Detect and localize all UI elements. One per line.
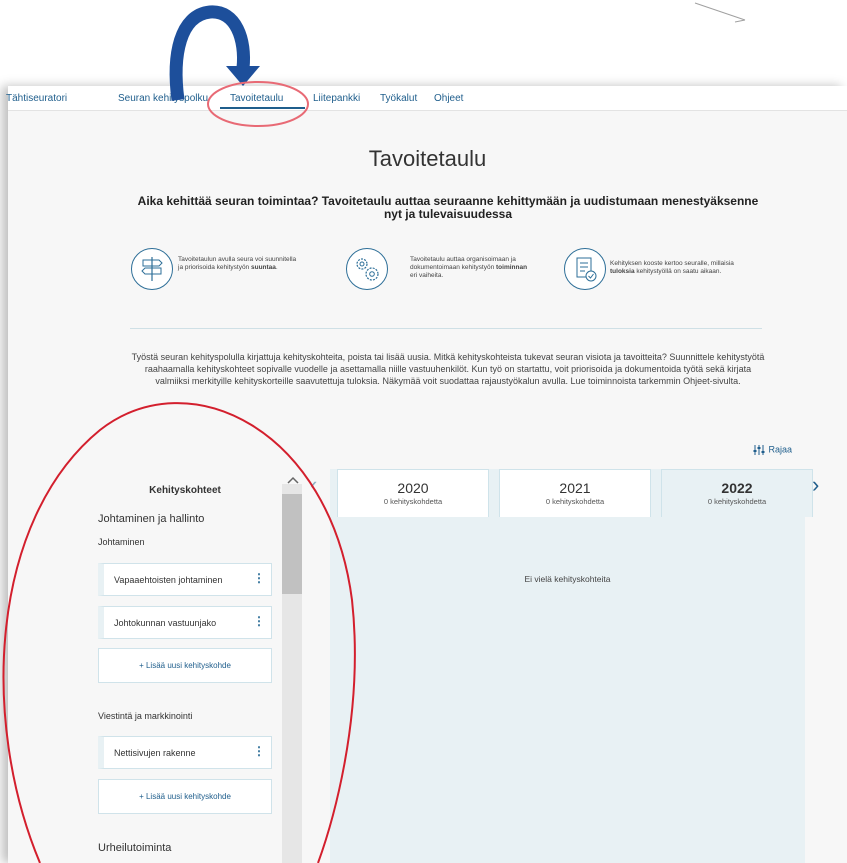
annotation-arrow bbox=[169, 5, 251, 101]
annotation-overlay bbox=[2, 5, 356, 863]
annotation-ellipse-sidebar bbox=[2, 402, 356, 863]
annotation-ellipse-tab bbox=[207, 81, 309, 127]
